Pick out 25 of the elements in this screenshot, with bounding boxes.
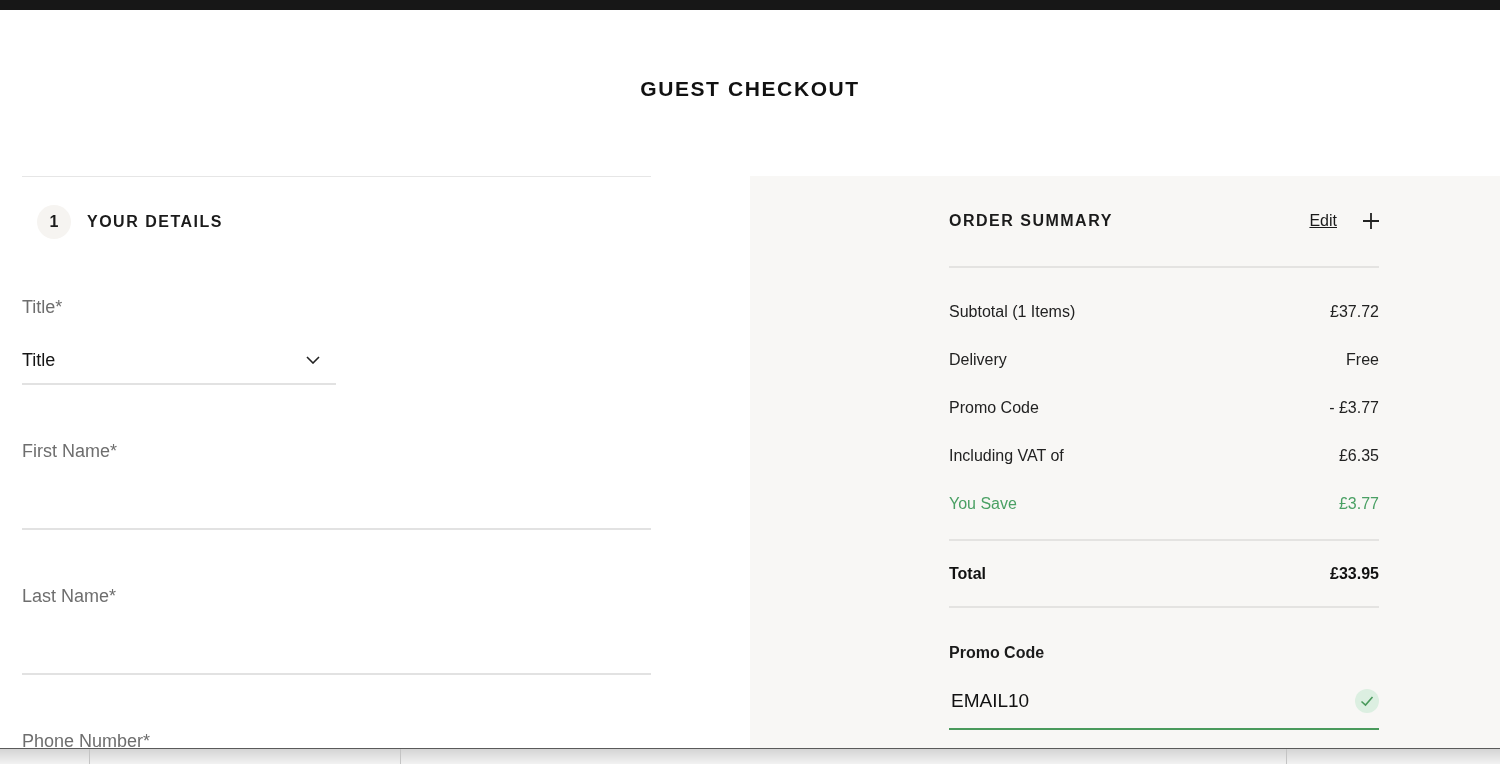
promo-label: Promo Code (949, 643, 1045, 663)
line-amount: £6.35 (1338, 446, 1379, 466)
field-label: Last Name* (22, 585, 117, 607)
field-label: Title* (22, 296, 63, 318)
saving-label: You Save (949, 494, 1017, 514)
title-select[interactable]: Title (22, 337, 336, 385)
line-amount: £37.72 (1330, 302, 1379, 322)
edit-link[interactable]: Edit (1309, 210, 1337, 232)
chevron-down-icon (306, 356, 320, 364)
line-label: Delivery (949, 350, 1007, 370)
section-heading: YOUR DETAILS (87, 212, 223, 232)
total-label: Total (949, 563, 987, 584)
line-amount: - £3.77 (1329, 398, 1379, 418)
line-label: Promo Code (949, 398, 1039, 418)
summary-heading: ORDER SUMMARY (949, 211, 1113, 231)
plus-icon[interactable] (1363, 213, 1379, 229)
total-amount: £33.95 (1330, 563, 1379, 584)
saving-amount: £3.77 (1338, 494, 1379, 514)
page-title: GUEST CHECKOUT (640, 76, 860, 102)
step-number: 1 (37, 205, 71, 239)
line-label: Including VAT of (949, 446, 1064, 466)
line-amount: Free (1346, 350, 1379, 370)
field-label: First Name* (22, 440, 117, 462)
field-label: Phone Number* (22, 730, 151, 748)
line-label: Subtotal (1 Items) (949, 302, 1076, 322)
